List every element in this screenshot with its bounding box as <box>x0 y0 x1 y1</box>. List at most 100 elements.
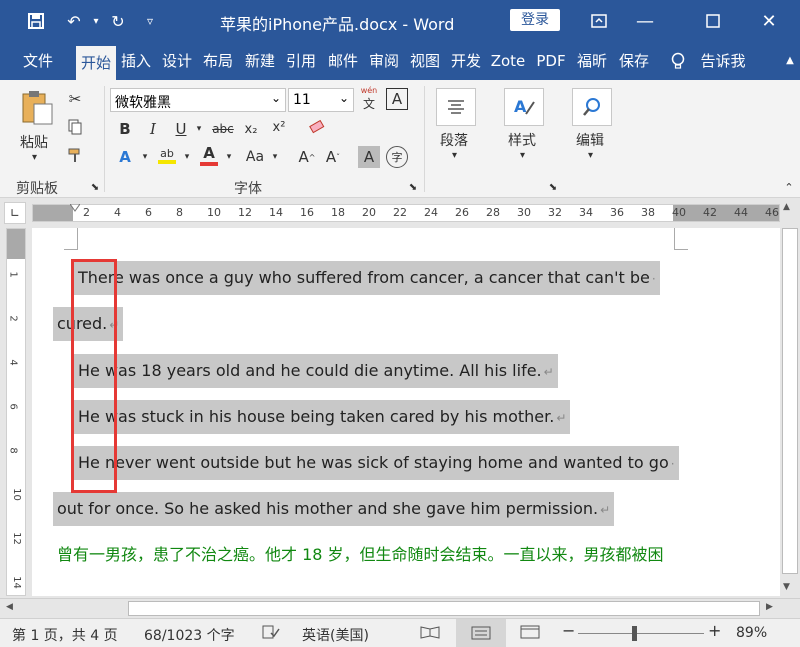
text-line[interactable]: He was stuck in his house being taken ca… <box>74 400 571 434</box>
language-status[interactable]: 英语(美国) <box>302 625 369 645</box>
scroll-right-icon[interactable]: ▶ <box>766 602 773 612</box>
zoom-out-icon[interactable]: − <box>562 621 575 640</box>
paste-icon[interactable] <box>18 88 56 128</box>
read-mode-icon[interactable] <box>420 625 440 643</box>
tab-save[interactable]: 保存 <box>614 42 654 80</box>
editing-button[interactable]: 编辑 <box>576 130 604 150</box>
highlight-dropdown-icon[interactable]: ▾ <box>176 146 198 168</box>
text-effects-dropdown-icon[interactable]: ▾ <box>134 146 156 168</box>
save-icon[interactable] <box>24 9 48 33</box>
tab-pdf[interactable]: PDF <box>532 42 570 80</box>
styles-icon[interactable]: A <box>504 88 544 126</box>
text-line-chinese[interactable]: 曾有一男孩，患了不治之癌。他才 18 岁，但生命随时会结束。一直以来，男孩都被困 <box>53 538 668 572</box>
highlight-icon[interactable]: ab <box>156 144 178 166</box>
ribbon-display-icon[interactable] <box>576 0 622 42</box>
search-icon[interactable] <box>572 88 612 126</box>
paste-button[interactable]: 粘贴 <box>20 132 48 152</box>
horizontal-ruler[interactable]: 2 4 6 8 10 12 14 16 18 20 22 24 26 28 30 32 34 36 38 40 42 44… <box>32 204 780 222</box>
grow-font-icon[interactable]: A ^ <box>296 146 318 168</box>
styles-button[interactable]: 样式 <box>508 130 536 150</box>
change-case-dropdown-icon[interactable]: ▾ <box>264 146 286 168</box>
vertical-scroll-thumb[interactable] <box>782 228 798 574</box>
minimize-icon[interactable]: — <box>622 0 668 42</box>
styles-launcher-icon[interactable]: ⬊ <box>542 176 564 198</box>
close-icon[interactable]: ✕ <box>746 0 792 42</box>
text-line[interactable]: There was once a guy who suffered from c… <box>74 261 660 295</box>
text-line[interactable]: out for once. So he asked his mother and… <box>53 492 615 526</box>
text-line[interactable]: He never went outside but he was sick of… <box>74 446 679 480</box>
scroll-up-icon[interactable]: ▲ <box>783 202 790 212</box>
strikethrough-button[interactable]: abc <box>208 118 238 140</box>
ribbon-collapse-icon[interactable]: ⌃ <box>778 176 800 198</box>
font-color-dropdown-icon[interactable]: ▾ <box>218 146 240 168</box>
first-line-indent-marker[interactable] <box>69 200 81 212</box>
horizontal-scroll-thumb[interactable] <box>128 601 760 616</box>
tell-me-input[interactable]: 告诉我 <box>696 42 750 80</box>
paragraph-dropdown-icon[interactable]: ▾ <box>452 150 457 161</box>
tab-mailings[interactable]: 邮件 <box>324 42 362 80</box>
tab-review[interactable]: 审阅 <box>366 42 402 80</box>
word-count[interactable]: 68/1023 个字 <box>144 625 235 645</box>
tab-insert[interactable]: 插入 <box>118 42 154 80</box>
scroll-left-icon[interactable]: ◀ <box>6 602 13 612</box>
italic-button[interactable]: I <box>142 118 164 140</box>
subscript-button[interactable]: x₂ <box>240 118 262 140</box>
editing-dropdown-icon[interactable]: ▾ <box>588 150 593 161</box>
tab-developer[interactable]: 开发 <box>448 42 484 80</box>
change-case-button[interactable]: Aa <box>244 146 266 168</box>
tab-view[interactable]: 视图 <box>406 42 444 80</box>
lightbulb-icon[interactable] <box>666 42 690 80</box>
login-button[interactable]: 登录 <box>510 9 560 31</box>
superscript-button[interactable]: x² <box>268 116 290 138</box>
font-name-select[interactable]: 微软雅黑 ⌄ <box>110 88 286 112</box>
shrink-font-icon[interactable]: Aˇ <box>322 146 344 168</box>
enclose-characters-icon[interactable]: 字 <box>386 146 408 168</box>
clear-formatting-icon[interactable] <box>306 116 328 138</box>
tab-home[interactable]: 开始 <box>76 46 116 80</box>
tab-layout[interactable]: 布局 <box>200 42 236 80</box>
paste-dropdown-icon[interactable]: ▾ <box>32 152 37 163</box>
chevron-down-icon[interactable]: ⌄ <box>339 91 349 105</box>
customize-toolbar-icon[interactable]: ▿ <box>138 9 162 33</box>
tab-file[interactable]: 文件 <box>14 42 62 80</box>
tab-zotero[interactable]: Zote <box>488 42 528 80</box>
styles-dropdown-icon[interactable]: ▾ <box>520 150 525 161</box>
phonetic-guide-icon[interactable]: wén 文 <box>358 86 380 111</box>
font-size-select[interactable]: 11 ⌄ <box>288 88 354 112</box>
chevron-down-icon[interactable]: ⌄ <box>271 91 281 105</box>
proofing-icon[interactable] <box>262 625 280 643</box>
bold-button[interactable]: B <box>114 118 136 140</box>
collapse-ribbon-icon[interactable]: ▲ <box>780 42 800 80</box>
underline-dropdown-icon[interactable]: ▾ <box>188 118 210 140</box>
redo-icon[interactable]: ↻ <box>106 9 130 33</box>
vertical-scrollbar[interactable]: ▲ ▼ <box>780 198 800 598</box>
tab-new[interactable]: 新建 <box>240 42 280 80</box>
clipboard-launcher-icon[interactable]: ⬊ <box>84 176 106 198</box>
cut-icon[interactable]: ✂ <box>64 88 86 110</box>
text-line[interactable]: He was 18 years old and he could die any… <box>74 354 558 388</box>
undo-dropdown-icon[interactable]: ▾ <box>84 9 108 33</box>
zoom-level[interactable]: 89% <box>736 625 767 641</box>
maximize-icon[interactable] <box>690 0 736 42</box>
tab-foxit[interactable]: 福昕 <box>572 42 612 80</box>
vertical-ruler[interactable]: 1 2 4 6 8 10 12 14 <box>6 228 26 596</box>
paragraph-icon[interactable] <box>436 88 476 126</box>
scroll-down-icon[interactable]: ▼ <box>783 582 790 592</box>
text-effects-icon[interactable]: A <box>114 146 136 168</box>
character-border-icon[interactable]: A <box>386 88 408 110</box>
character-shading-icon[interactable]: A <box>358 146 380 168</box>
zoom-slider-thumb[interactable] <box>632 626 637 641</box>
page-count[interactable]: 第 1 页，共 4 页 <box>12 625 118 645</box>
horizontal-scrollbar[interactable]: ◀ ▶ <box>0 598 800 618</box>
paragraph-button[interactable]: 段落 <box>440 130 468 150</box>
print-layout-icon[interactable] <box>456 619 506 647</box>
tab-references[interactable]: 引用 <box>282 42 320 80</box>
web-layout-icon[interactable] <box>520 625 540 643</box>
tab-design[interactable]: 设计 <box>158 42 196 80</box>
zoom-in-icon[interactable]: + <box>708 621 721 640</box>
font-launcher-icon[interactable]: ⬊ <box>402 176 424 198</box>
zoom-slider[interactable] <box>578 633 704 634</box>
document-page[interactable]: There was once a guy who suffered from c… <box>32 228 780 596</box>
undo-icon[interactable]: ↶ <box>62 9 86 33</box>
font-color-icon[interactable]: A <box>198 144 220 166</box>
